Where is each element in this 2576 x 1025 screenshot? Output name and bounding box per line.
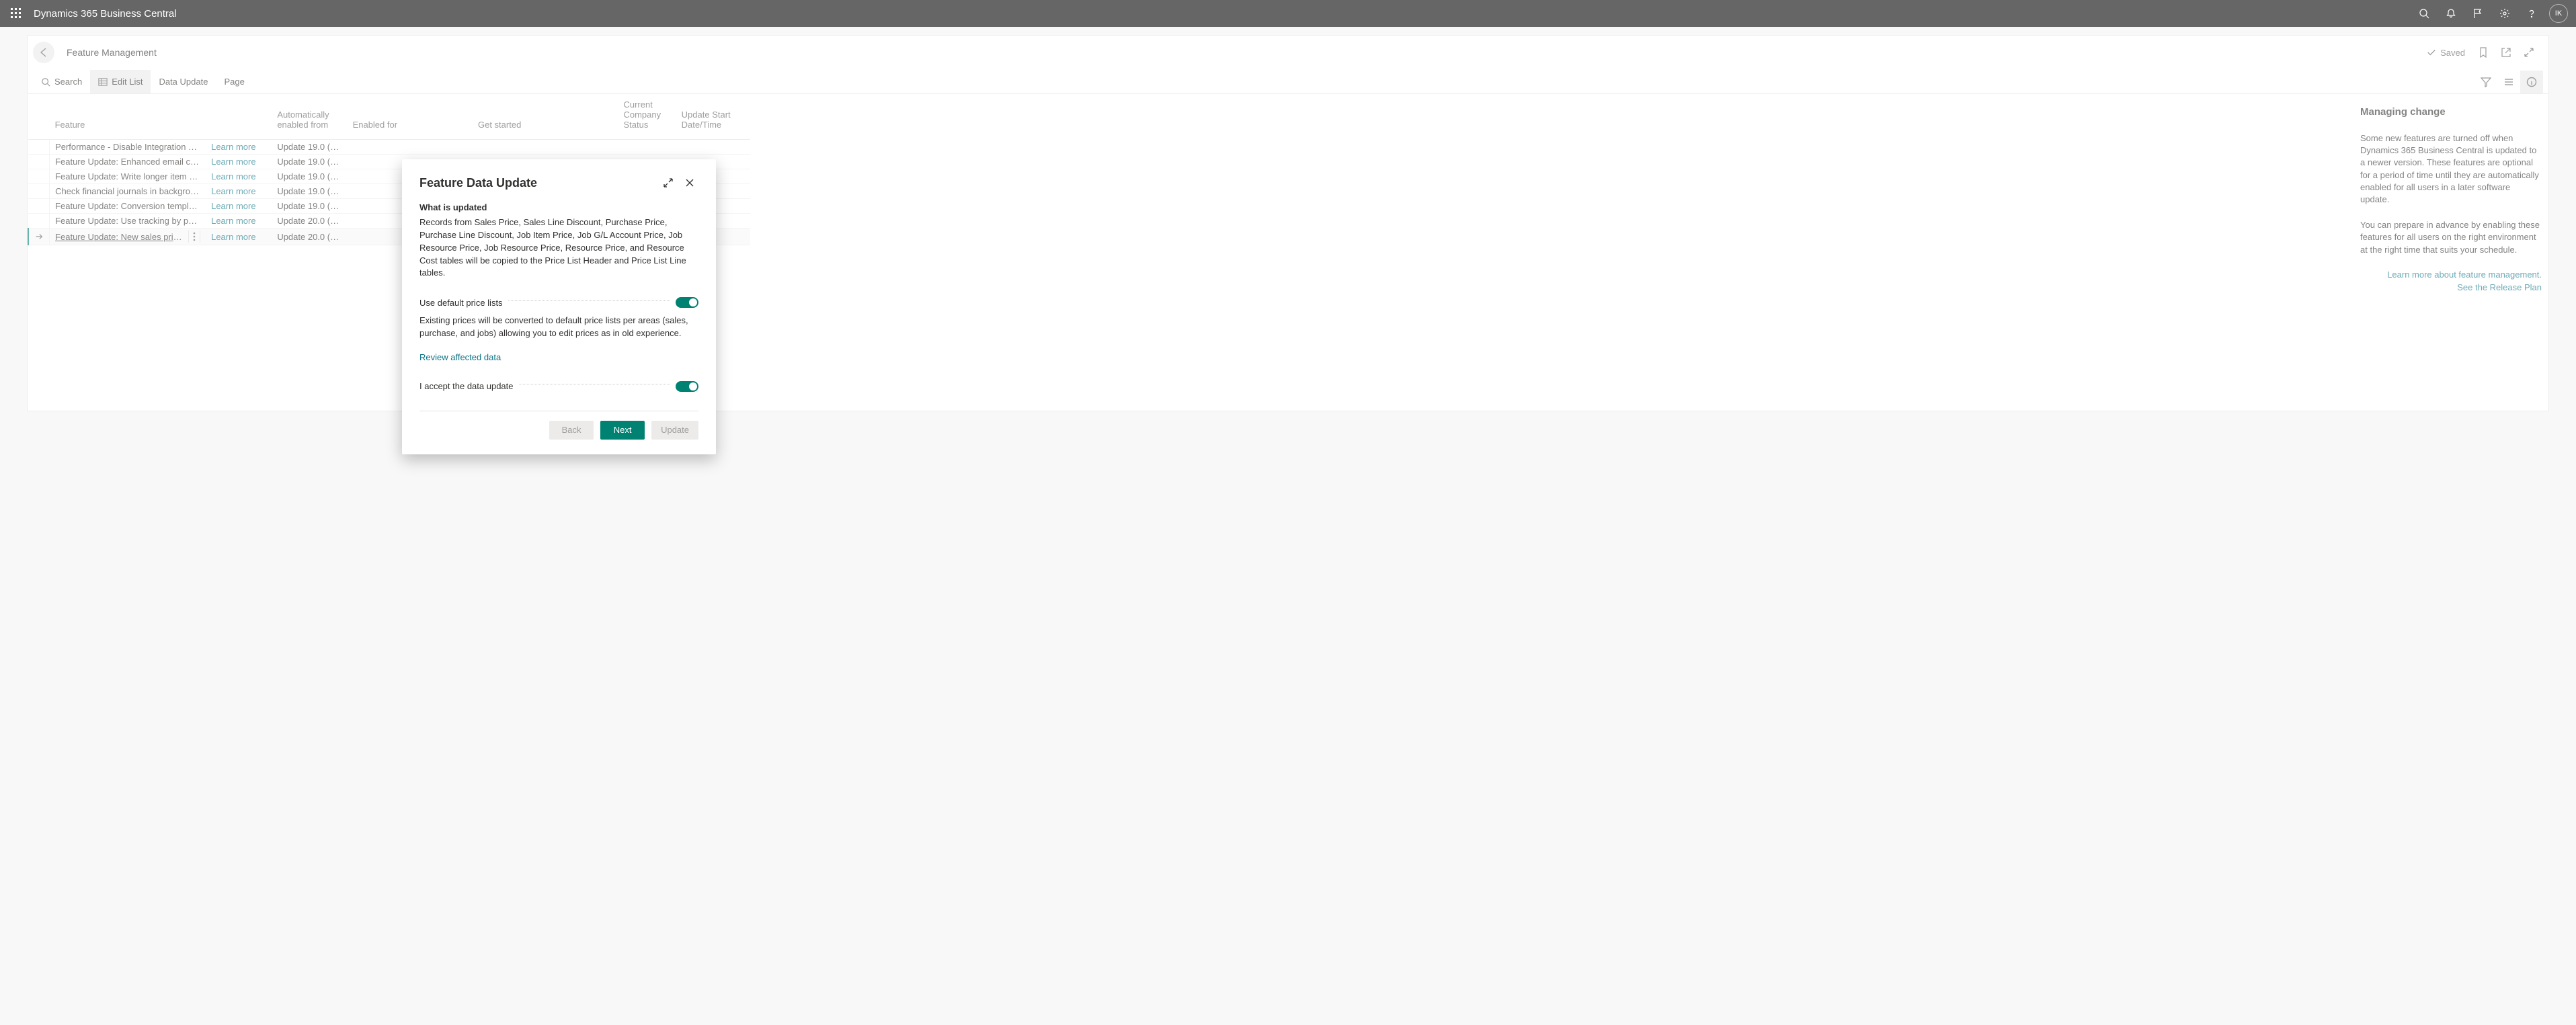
back-button[interactable]: [33, 42, 54, 63]
dialog-section-heading: What is updated: [419, 202, 698, 212]
settings-icon[interactable]: [2491, 0, 2518, 27]
auto-enabled-cell: Update 19.0 (Q4 202: [272, 199, 347, 214]
toggle-accept-data-update[interactable]: [676, 381, 698, 392]
app-title: Dynamics 365 Business Central: [34, 8, 177, 19]
flag-icon[interactable]: [2464, 0, 2491, 27]
toolbar-data-update[interactable]: Data Update: [151, 70, 216, 93]
col-enabled-for[interactable]: Enabled for: [348, 94, 473, 140]
dialog-title: Feature Data Update: [419, 176, 655, 190]
saved-indicator: Saved: [2427, 48, 2465, 58]
col-auto[interactable]: Automatically enabled from: [272, 94, 347, 140]
toolbar-edit-list[interactable]: Edit List: [90, 70, 151, 93]
col-feature[interactable]: Feature: [50, 94, 206, 140]
factbox-link-learn[interactable]: Learn more about feature management.: [2360, 270, 2542, 280]
factbox-p1: Some new features are turned off when Dy…: [2360, 132, 2542, 206]
filter-icon[interactable]: [2474, 71, 2497, 93]
learn-more-cell[interactable]: Learn more: [206, 140, 272, 155]
review-affected-data-link[interactable]: Review affected data: [419, 352, 501, 362]
feature-cell[interactable]: Feature Update: Write longer item ref…: [50, 169, 206, 184]
col-update-start[interactable]: Update Start Date/Time: [676, 94, 750, 140]
action-toolbar: Search Edit List Data Update Page: [28, 70, 2548, 94]
col-company-status[interactable]: Current Company Status: [618, 94, 676, 140]
learn-more-cell[interactable]: Learn more: [206, 169, 272, 184]
popout-icon[interactable]: [2495, 41, 2518, 64]
learn-more-cell[interactable]: Learn more: [206, 184, 272, 199]
learn-more-cell[interactable]: Learn more: [206, 199, 272, 214]
dialog-body: Records from Sales Price, Sales Line Dis…: [419, 216, 698, 280]
learn-more-cell[interactable]: Learn more: [206, 155, 272, 169]
feature-data-update-dialog: Feature Data Update What is updated Reco…: [402, 159, 716, 454]
help-icon[interactable]: [2518, 0, 2545, 27]
auto-enabled-cell: Update 20.0 (Q2 202: [272, 214, 347, 229]
toggle-accept-label: I accept the data update: [419, 381, 514, 391]
dialog-close-icon[interactable]: [681, 174, 698, 192]
feature-cell[interactable]: Feature Update: Use tracking by pack…: [50, 214, 206, 229]
notifications-icon[interactable]: [2438, 0, 2464, 27]
dialog-back-button[interactable]: Back: [549, 421, 594, 440]
col-learn: [206, 94, 272, 140]
dialog-next-button[interactable]: Next: [600, 421, 645, 440]
dialog-expand-icon[interactable]: [659, 174, 677, 192]
factbox-panel: Managing change Some new features are tu…: [2347, 94, 2548, 307]
list-view-icon[interactable]: [2497, 71, 2520, 93]
user-avatar[interactable]: IK: [2549, 4, 2568, 23]
learn-more-cell[interactable]: Learn more: [206, 229, 272, 245]
page-header: Feature Management Saved: [28, 36, 2548, 70]
row-menu-icon[interactable]: [188, 231, 200, 243]
search-icon[interactable]: [2411, 0, 2438, 27]
page-card: Feature Management Saved Search: [27, 35, 2549, 411]
toggle-default-price[interactable]: [676, 297, 698, 308]
dialog-body2: Existing prices will be converted to def…: [419, 315, 698, 340]
learn-more-cell[interactable]: Learn more: [206, 214, 272, 229]
feature-cell[interactable]: Performance - Disable Integration Ma…: [50, 140, 206, 155]
factbox-toggle-icon[interactable]: [2520, 71, 2543, 93]
row-indicator-icon: [28, 229, 50, 245]
toolbar-page[interactable]: Page: [216, 70, 252, 93]
feature-cell[interactable]: Check financial journals in background: [50, 184, 206, 199]
app-titlebar: Dynamics 365 Business Central IK: [0, 0, 2576, 27]
feature-cell[interactable]: Feature Update: Conversion template…: [50, 199, 206, 214]
factbox-heading: Managing change: [2360, 106, 2542, 118]
col-get-started[interactable]: Get started: [473, 94, 618, 140]
feature-cell[interactable]: Feature Update: New sales pricing ex…: [50, 229, 206, 245]
auto-enabled-cell: Update 19.0 (Q4 202: [272, 184, 347, 199]
feature-cell[interactable]: Feature Update: Enhanced email capa…: [50, 155, 206, 169]
auto-enabled-cell: Update 19.0 (Q4 202: [272, 169, 347, 184]
auto-enabled-cell: Update 20.0 (Q2 202: [272, 229, 347, 245]
app-launcher-icon[interactable]: [8, 5, 24, 22]
toggle-default-price-label: Use default price lists: [419, 298, 503, 308]
factbox-p2: You can prepare in advance by enabling t…: [2360, 219, 2542, 256]
collapse-icon[interactable]: [2518, 41, 2540, 64]
auto-enabled-cell: Update 19.0 (Q4 202: [272, 140, 347, 155]
table-row[interactable]: Performance - Disable Integration Ma…Lea…: [28, 140, 750, 155]
auto-enabled-cell: Update 19.0 (Q4 202: [272, 155, 347, 169]
dialog-update-button[interactable]: Update: [651, 421, 698, 440]
toolbar-search[interactable]: Search: [33, 70, 90, 93]
factbox-link-release[interactable]: See the Release Plan: [2360, 282, 2542, 292]
bookmark-icon[interactable]: [2472, 41, 2495, 64]
page-title: Feature Management: [67, 47, 157, 58]
